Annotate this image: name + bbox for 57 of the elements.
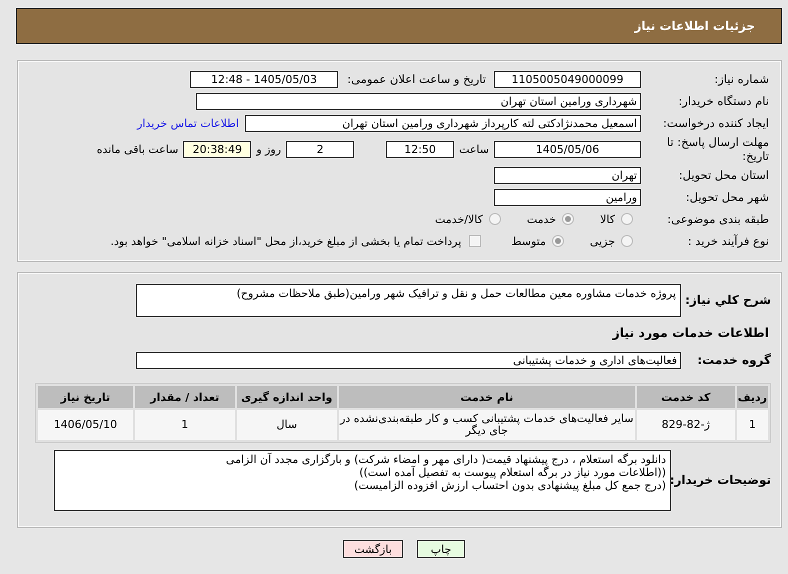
field-label: نوع فرآیند خرید : bbox=[686, 234, 770, 248]
column-header: تعداد / مقدار bbox=[134, 386, 235, 408]
need-number-field[interactable]: 1105005049000099 bbox=[494, 70, 641, 88]
radio-button[interactable] bbox=[488, 213, 501, 225]
field-label: شماره نیاز: bbox=[713, 72, 770, 86]
table-cell: 1 bbox=[134, 410, 235, 440]
radio-label: خدمت bbox=[526, 212, 556, 226]
back-button[interactable]: بازگشت bbox=[343, 540, 403, 558]
remaining-label: ساعت باقی مانده bbox=[96, 142, 178, 156]
remaining-time-field[interactable]: 20:38:49 bbox=[183, 140, 252, 158]
field-label: طبقه بندی موضوعی: bbox=[666, 212, 770, 226]
buyer-notes-box[interactable]: دانلود برگه استعلام ، درج پیشنهاد قیمت( دارای مهر و امضاء شرکت) و بارگزاری مجدد آن الزامی ((اطلاعات مورد نیاز در برگه استعلام پیوست به تفصیل آمده است)) (درج جمع کل مبلغ پیشنهادی بدون احتساب ارزش افزوده الزامیست) bbox=[54, 450, 671, 510]
field-label: توضیحات خریدار: bbox=[671, 473, 772, 487]
radio-button[interactable] bbox=[562, 213, 574, 225]
buyer-contact-link[interactable]: اطلاعات تماس خریدار bbox=[137, 116, 239, 130]
column-header: ردیف bbox=[736, 386, 768, 408]
field-label: ایجاد کننده درخواست: bbox=[662, 116, 770, 130]
radio-button[interactable] bbox=[621, 213, 633, 225]
field-label: تاریخ و ساعت اعلان عمومی: bbox=[346, 72, 486, 86]
checkbox[interactable] bbox=[469, 235, 482, 247]
print-button[interactable]: چاپ bbox=[417, 540, 465, 558]
province-field[interactable]: تهران bbox=[494, 166, 641, 184]
column-header: نام خدمت bbox=[338, 386, 635, 408]
radio-button[interactable] bbox=[552, 235, 564, 247]
radio-label: جزیی bbox=[590, 234, 615, 248]
field-label: استان محل تحویل: bbox=[678, 168, 770, 182]
field-label: نام دستگاه خریدار: bbox=[677, 94, 770, 108]
field-label: شهر محل تحویل: bbox=[684, 190, 770, 204]
payment-note: پرداخت تمام یا بخشی از مبلغ خرید،از محل "اسناد خزانه اسلامی" خواهد بود. bbox=[110, 234, 462, 248]
field-label: مهلت ارسال پاسخ: تا تاریخ: bbox=[666, 135, 770, 163]
table-cell: سایر فعالیت‌های خدمات پشتیبانی کسب و کار طبقه‌بندی‌نشده در جای دیگر bbox=[338, 410, 635, 440]
table-cell: 1406/05/10 bbox=[38, 410, 133, 440]
radio-label: متوسط bbox=[511, 234, 546, 248]
radio-label: کالا/خدمت bbox=[435, 212, 483, 226]
table-cell: سال bbox=[236, 410, 337, 440]
field-label: شرح کلي نیاز: bbox=[684, 293, 772, 307]
page-title: جزئیات اطلاعات نیاز bbox=[634, 19, 755, 33]
field-label: گروه خدمت: bbox=[696, 353, 772, 367]
requester-field[interactable]: اسمعیل محمدنژادکتی لته کارپرداز شهرداری ورامین استان تهران bbox=[245, 114, 641, 132]
column-header: کد خدمت bbox=[636, 386, 735, 408]
column-header: تاریخ نیاز bbox=[38, 386, 133, 408]
city-field[interactable]: ورامین bbox=[494, 188, 641, 206]
description-box[interactable]: پروژه خدمات مشاوره معین مطالعات حمل و نقل و ترافیک شهر ورامین(طبق ملاحظات مشروح) bbox=[136, 284, 681, 316]
deadline-time-field[interactable]: 12:50 bbox=[386, 140, 454, 158]
days-label: روز و bbox=[256, 142, 282, 156]
deadline-date-field[interactable]: 1405/05/06 bbox=[494, 140, 641, 158]
time-label: ساعت bbox=[459, 142, 489, 156]
section-title: اطلاعات خدمات مورد نیاز bbox=[612, 324, 770, 340]
table-cell: 1 bbox=[736, 410, 768, 440]
buyer-org-field[interactable]: شهرداری ورامین استان تهران bbox=[196, 92, 641, 110]
table-cell: ژ-82-829 bbox=[636, 410, 735, 440]
announce-date-field[interactable]: 1405/05/03 - 12:48 bbox=[190, 70, 338, 88]
radio-button[interactable] bbox=[621, 235, 633, 247]
service-group-field[interactable]: فعالیت‌های اداری و خدمات پشتیبانی bbox=[136, 352, 681, 368]
radio-label: کالا bbox=[600, 212, 615, 226]
column-header: واحد اندازه گیری bbox=[236, 386, 337, 408]
days-field[interactable]: 2 bbox=[286, 140, 354, 158]
